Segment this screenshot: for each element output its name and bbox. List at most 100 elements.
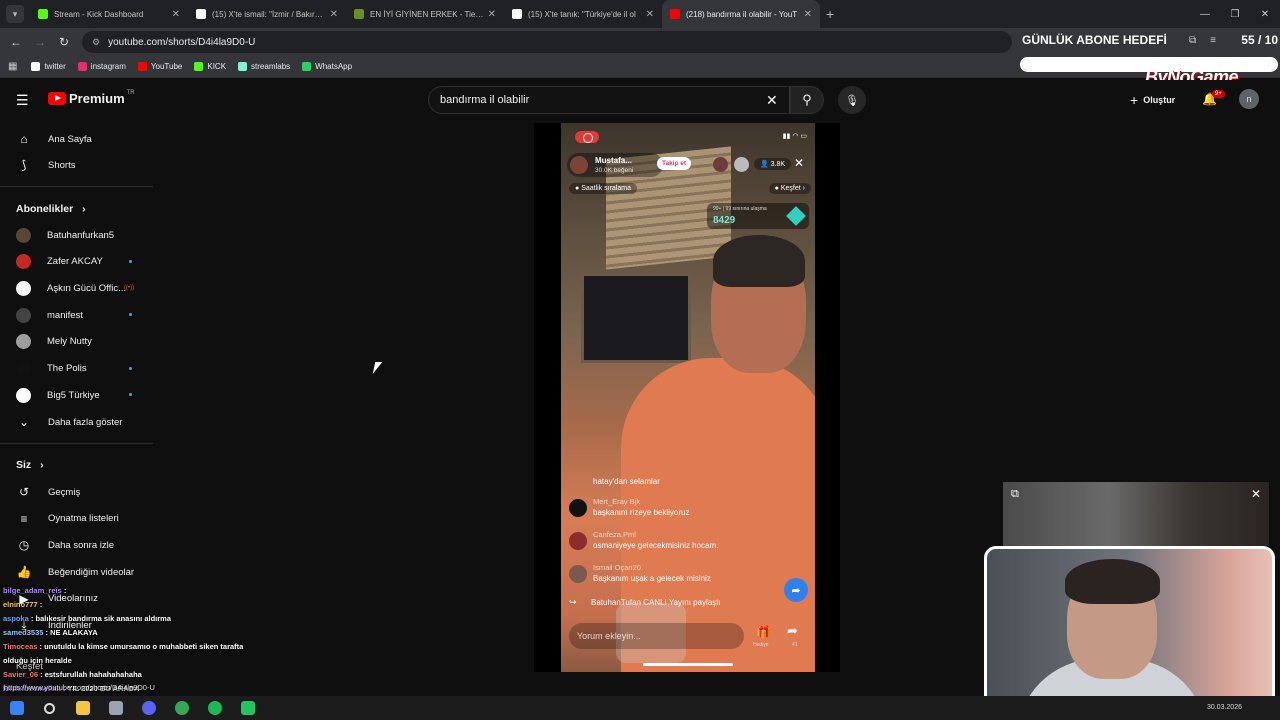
comment-text: hatay'dan selamlar: [593, 477, 660, 486]
browser-tab[interactable]: (15) X'te ismail: "İzmir / Bakırçay ✕: [188, 0, 346, 28]
follow-button[interactable]: Takip et: [657, 157, 692, 170]
new-tab-button[interactable]: +: [826, 6, 834, 22]
chat-text: : estsfurullah hahahahahaha: [38, 670, 142, 679]
restore-icon[interactable]: ❐: [1220, 0, 1250, 28]
browser-tab[interactable]: (15) X'te tanık: "Türkiye'de il ol ✕: [504, 0, 662, 28]
sidebar-item-subscription[interactable]: The Polis: [0, 356, 153, 382]
close-icon[interactable]: ✕: [1251, 487, 1261, 501]
tab-title: Stream - Kick Dashboard: [54, 9, 144, 19]
create-button[interactable]: + Oluştur: [1130, 92, 1175, 108]
sidebar-item-you[interactable]: ≡ Oynatma listeleri: [0, 506, 153, 532]
chat-message: Timoceas : unutuldu la kimse umursamıo o…: [3, 642, 243, 651]
sidebar-item-subscription[interactable]: Batuhanfurkan5: [0, 222, 153, 248]
spotify-icon[interactable]: [198, 696, 231, 720]
bookmark-whatsapp[interactable]: WhatsApp: [302, 62, 352, 71]
mini-player[interactable]: ⧉ ✕: [1003, 482, 1269, 546]
viewer-count[interactable]: 👤 3.8K: [754, 158, 792, 170]
discord-icon[interactable]: [132, 696, 165, 720]
subscriptions-heading[interactable]: Abonelikler ›: [16, 203, 86, 215]
chat-message: samed3535 : NE ALAKAYA: [3, 628, 98, 637]
gift-goal-card[interactable]: 99+ | 99 sınırına ulaşma 8429: [707, 203, 809, 229]
chat-message: Savier_06 : estsfurullah hahahahahaha: [3, 670, 142, 679]
chrome-icon-glyph: [174, 701, 189, 715]
bookmark-favicon-icon: [302, 62, 312, 71]
sidebar-item-subscription[interactable]: manifest: [0, 302, 153, 328]
bookmark-favicon-icon: [238, 62, 248, 71]
discord-icon-glyph: [141, 701, 156, 715]
youtube-header: ☰ Premium TR bandırma il olabilir ✕ ⚲ 🎙 …: [0, 80, 1280, 120]
show-more-button[interactable]: ⌄ Daha fazla göster: [0, 409, 153, 435]
shorts-video[interactable]: ▮▮ ◠ ▭ Mustafa... 30.0K beğeni Takip et …: [561, 123, 815, 672]
sidebar-item-you[interactable]: ◷ Daha sonra izle: [0, 532, 153, 558]
explore-chip[interactable]: ● Keşfet ›: [768, 183, 811, 194]
reload-icon[interactable]: ↻: [52, 35, 76, 49]
sidebar-item-subscription[interactable]: Big5 Türkiye: [0, 382, 153, 408]
search-button[interactable]: ⚲: [790, 86, 824, 114]
home-icon: ⌂: [20, 132, 28, 146]
sidebar-item-label: manifest: [47, 309, 83, 321]
chat-username: elnino777: [3, 600, 38, 609]
close-window-icon[interactable]: ✕: [1250, 0, 1280, 28]
bookmark-label: twitter: [44, 62, 66, 71]
bookmark-instagram[interactable]: instagram: [77, 62, 126, 71]
tab-close-icon[interactable]: ✕: [172, 9, 180, 20]
clear-search-icon[interactable]: ✕: [766, 92, 778, 109]
browser-tab[interactable]: EN İYİ GİYİNEN ERKEK - Tier Li ✕: [346, 0, 504, 28]
search-icon[interactable]: [33, 696, 66, 720]
close-live-icon[interactable]: ✕: [794, 156, 804, 170]
sidebar-item-subscription[interactable]: Zafer AKCAY: [0, 249, 153, 275]
tab-close-icon[interactable]: ✕: [804, 9, 812, 20]
back-icon[interactable]: ←: [4, 35, 28, 49]
sidebar-item-home[interactable]: ⌂ Ana Sayfa: [0, 126, 153, 152]
live-icon: ((•)): [124, 285, 135, 292]
tab-title: (218) bandırma il olabilir - YouT: [686, 9, 798, 19]
windows-start-icon[interactable]: [0, 696, 33, 720]
youtube-logo[interactable]: Premium TR: [48, 90, 135, 106]
voice-search-button[interactable]: 🎙: [838, 86, 866, 114]
site-info-icon[interactable]: ⚙: [92, 37, 100, 48]
you-heading[interactable]: Siz ›: [16, 459, 44, 471]
sidebar-item-label: Big5 Türkiye: [47, 389, 100, 401]
apps-grid-icon[interactable]: ▦: [8, 61, 17, 72]
menu-icon[interactable]: ☰: [16, 92, 29, 109]
browser-tab[interactable]: (218) bandırma il olabilir - YouT ✕: [662, 0, 820, 28]
hourly-ranking[interactable]: ● Saatlik sıralama: [569, 183, 637, 194]
bookmark-label: KICK: [207, 62, 227, 71]
host-card[interactable]: Mustafa... 30.0K beğeni: [567, 153, 663, 177]
bookmark-twitter[interactable]: twitter: [31, 62, 66, 71]
app2-icon[interactable]: [231, 696, 264, 720]
tab-close-icon[interactable]: ✕: [330, 9, 338, 20]
video-person-hair: [713, 235, 805, 287]
sidebar-item-label: Beğendiğim videolar: [48, 566, 135, 578]
share-fab-button[interactable]: ➦: [784, 578, 808, 602]
chrome-icon[interactable]: [165, 696, 198, 720]
sidebar-item-shorts[interactable]: ⟆ Shorts: [0, 152, 153, 178]
logo-text: Premium: [69, 91, 125, 106]
app-icon[interactable]: [99, 696, 132, 720]
sidebar-item-you[interactable]: ↺ Geçmiş: [0, 479, 153, 505]
address-bar[interactable]: ⚙ youtube.com/shorts/D4i4la9D0-U: [82, 31, 1012, 53]
search-input[interactable]: bandırma il olabilir: [428, 86, 790, 114]
browser-tab[interactable]: Stream - Kick Dashboard ✕: [30, 0, 188, 28]
taskbar: 30.03.2026: [0, 696, 1280, 720]
minimize-icon[interactable]: —: [1190, 0, 1220, 28]
sidebar-item-subscription[interactable]: Mely Nutty: [0, 329, 153, 355]
share-icon[interactable]: ➦: [787, 623, 798, 639]
sidebar-item-you[interactable]: 👍 Beğendiğim videolar: [0, 559, 153, 585]
notification-badge: 9+: [1212, 90, 1225, 98]
comment-input[interactable]: Yorum ekleyin...: [569, 623, 744, 649]
host-name: Mustafa...: [595, 156, 632, 165]
tab-close-icon[interactable]: ✕: [646, 9, 654, 20]
bookmark-streamlabs[interactable]: streamlabs: [238, 62, 290, 71]
tab-close-icon[interactable]: ✕: [488, 9, 496, 20]
bookmark-youtube[interactable]: YouTube: [137, 62, 182, 71]
expand-icon[interactable]: ⧉: [1011, 488, 1019, 501]
tab-search-icon[interactable]: ▾: [6, 5, 24, 23]
forward-icon[interactable]: →: [28, 35, 52, 49]
chat-message: olduğu için heralde: [3, 656, 72, 665]
bookmark-kick[interactable]: KICK: [194, 62, 226, 71]
account-avatar[interactable]: n: [1239, 89, 1259, 109]
gift-icon[interactable]: 🎁: [756, 625, 771, 639]
sidebar-item-subscription[interactable]: Aşkın Gücü Offic... ((•)): [0, 275, 153, 301]
file-explorer-icon[interactable]: [66, 696, 99, 720]
